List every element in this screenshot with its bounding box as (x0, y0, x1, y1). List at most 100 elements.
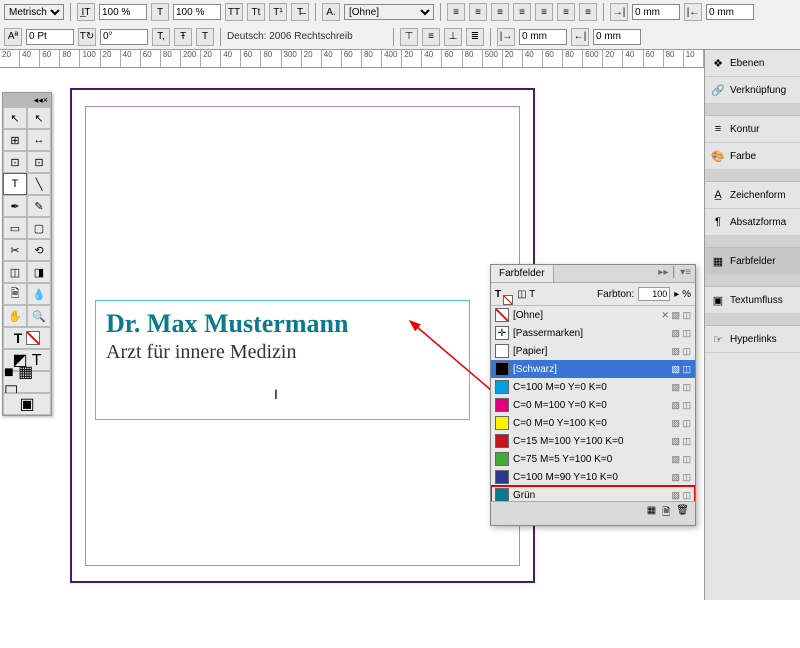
direct-select-tool[interactable]: ↖ (27, 107, 51, 129)
ruler-tick: 40 (221, 50, 241, 67)
color-mode[interactable]: ■ ▦ ☐ (3, 371, 51, 393)
eyedropper-tool[interactable]: 💧 (27, 283, 51, 305)
gradient-tool[interactable]: ◫ (3, 261, 27, 283)
new-swatch2-icon[interactable]: 🗎 (662, 505, 670, 522)
swatch-row[interactable]: C=0 M=0 Y=100 K=0 ▧ ◫ (491, 414, 695, 432)
ruler-tick: 80 (362, 50, 382, 67)
scale-h-input[interactable] (99, 4, 147, 20)
panel-item-palette[interactable]: 🎨Farbe (705, 143, 800, 170)
indent-l-input[interactable] (632, 4, 680, 20)
swatch-type-icon: ▧ ◫ (671, 364, 691, 375)
align-l-icon[interactable]: ≡ (447, 3, 465, 21)
pen-tool[interactable]: ✒ (3, 195, 27, 217)
content-tool2[interactable]: ⊡ (27, 151, 51, 173)
align-r-icon[interactable]: ≡ (491, 3, 509, 21)
type-tool[interactable]: T (3, 173, 27, 195)
tools-header[interactable]: ◂◂ × (3, 93, 51, 107)
swatch-row[interactable]: Grün ▧ ◫ (491, 486, 695, 501)
swatch-name: Grün (513, 490, 667, 501)
rect-tool[interactable]: ▭ (3, 217, 27, 239)
swatches-panel[interactable]: Farbfelder ▸▸ │ ▾≡ T ◫ T Farbton: ▸ % [O… (490, 264, 696, 526)
panel-menu-icon[interactable]: ▸▸ │ ▾≡ (654, 265, 695, 282)
page-tool[interactable]: ⊞ (3, 129, 27, 151)
panel-item-layers[interactable]: ❖Ebenen (705, 50, 800, 77)
text-frame[interactable]: Dr. Max Mustermann Arzt für innere Mediz… (95, 300, 470, 420)
language-label[interactable]: Deutsch: 2006 Rechtschreib (227, 31, 387, 42)
swatch-chip (495, 470, 509, 484)
valign-j-icon[interactable]: ≣ (466, 28, 484, 46)
t5-icon[interactable]: T (196, 28, 214, 46)
content-tool[interactable]: ⊡ (3, 151, 27, 173)
panel-item-wrap[interactable]: ▣Textumfluss (705, 287, 800, 314)
tint-unit: ▸ % (674, 289, 691, 300)
t3-icon[interactable]: T, (152, 28, 170, 46)
panel-item-stroke[interactable]: ≡Kontur (705, 116, 800, 143)
headline-text[interactable]: Dr. Max Mustermann (106, 309, 459, 339)
swatch-row[interactable]: C=75 M=5 Y=100 K=0 ▧ ◫ (491, 450, 695, 468)
valign-t-icon[interactable]: ⊤ (400, 28, 418, 46)
note-tool[interactable]: 🗎 (3, 283, 27, 305)
ruler-tick: 80 (664, 50, 684, 67)
strike-icon[interactable]: T̶ (291, 3, 309, 21)
swatch-row[interactable]: C=0 M=100 Y=0 K=0 ▧ ◫ (491, 396, 695, 414)
panel-item-para[interactable]: ¶Absatzforma (705, 209, 800, 236)
leading-input[interactable] (26, 29, 74, 45)
swatch-row[interactable]: C=100 M=90 Y=10 K=0 ▧ ◫ (491, 468, 695, 486)
align-c-icon[interactable]: ≡ (469, 3, 487, 21)
t4-icon[interactable]: Ŧ (174, 28, 192, 46)
super-icon[interactable]: T¹ (269, 3, 287, 21)
align-jc-icon[interactable]: ≡ (557, 3, 575, 21)
scissors-tool[interactable]: ✂ (3, 239, 27, 261)
swatch-chip (495, 434, 509, 448)
selection-tool[interactable]: ↖ (3, 107, 27, 129)
hand-tool[interactable]: ✋ (3, 305, 27, 327)
indent-ll-input[interactable] (593, 29, 641, 45)
pencil-tool[interactable]: ✎ (27, 195, 51, 217)
panel-item-swatches[interactable]: ▦Farbfelder (705, 248, 800, 275)
char-style-select[interactable]: [Ohne] (344, 4, 434, 20)
swatch-chip: ✛ (495, 326, 509, 340)
panel-item-char[interactable]: A̲Zeichenform (705, 182, 800, 209)
obj-text-toggle[interactable]: ◫ T (517, 289, 535, 300)
rotation-input[interactable] (100, 29, 148, 45)
swatches-tab[interactable]: Farbfelder (491, 265, 554, 282)
line-tool[interactable]: ╲ (27, 173, 51, 195)
ellipse-tool[interactable]: ▢ (27, 217, 51, 239)
new-swatch-icon[interactable]: ▦ (647, 505, 656, 522)
transform-tool[interactable]: ⟲ (27, 239, 51, 261)
fill-stroke[interactable]: T (3, 327, 51, 349)
swatch-row[interactable]: [Papier] ▧ ◫ (491, 342, 695, 360)
ruler-tick: 200 (181, 50, 201, 67)
indent-r-input[interactable] (519, 29, 567, 45)
align-jl-icon[interactable]: ≡ (535, 3, 553, 21)
swatch-row[interactable]: C=100 M=0 Y=0 K=0 ▧ ◫ (491, 378, 695, 396)
scale2-input[interactable] (173, 4, 221, 20)
delete-swatch-icon[interactable]: 🗑 (676, 505, 689, 522)
units-select[interactable]: Metrisch (4, 4, 64, 20)
swatch-type-icon: ▧ ◫ (671, 328, 691, 339)
subline-text[interactable]: Arzt für innere Medizin (106, 341, 459, 364)
indent-ll-icon: ←| (571, 28, 589, 46)
indent-fl-input[interactable] (706, 4, 754, 20)
valign-m-icon[interactable]: ≡ (422, 28, 440, 46)
swatch-row[interactable]: [Ohne]✕ ▧ ◫ (491, 306, 695, 324)
tint-input[interactable] (638, 287, 670, 301)
tt-icon[interactable]: TT (225, 3, 243, 21)
swatch-name: C=15 M=100 Y=100 K=0 (513, 436, 667, 447)
fill-proxy-icon[interactable]: T (495, 289, 501, 300)
text-caps-icon[interactable]: T (151, 3, 169, 21)
align-j-icon[interactable]: ≡ (513, 3, 531, 21)
tt2-icon[interactable]: Tt (247, 3, 265, 21)
gradient2-tool[interactable]: ◨ (27, 261, 51, 283)
zoom-tool[interactable]: 🔍 (27, 305, 51, 327)
ruler-tick: 40 (523, 50, 543, 67)
swatch-row[interactable]: [Schwarz] ▧ ◫ (491, 360, 695, 378)
gap-tool[interactable]: ↔ (27, 129, 51, 151)
screen-mode[interactable]: ▣ (3, 393, 51, 415)
panel-item-link[interactable]: 🔗Verknüpfung (705, 77, 800, 104)
valign-b-icon[interactable]: ⊥ (444, 28, 462, 46)
align-jr-icon[interactable]: ≡ (579, 3, 597, 21)
panel-item-hyperlink[interactable]: ☞Hyperlinks (705, 326, 800, 353)
swatch-row[interactable]: C=15 M=100 Y=100 K=0 ▧ ◫ (491, 432, 695, 450)
swatch-row[interactable]: ✛[Passermarken] ▧ ◫ (491, 324, 695, 342)
